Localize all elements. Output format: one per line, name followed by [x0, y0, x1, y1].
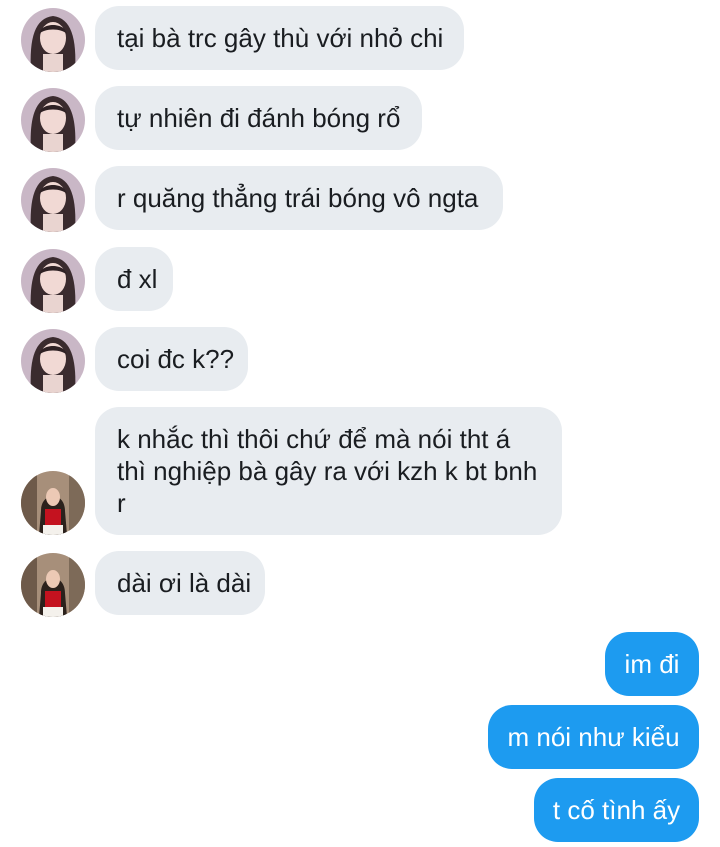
message-text: m nói như kiểu [507, 722, 680, 752]
message-row: đ xl [0, 247, 720, 313]
friend-1-avatar[interactable] [21, 168, 85, 232]
message-bubble[interactable]: dài ơi là dài [95, 551, 265, 615]
message-row: tự nhiên đi đánh bóng rổ [0, 86, 720, 152]
message-row: k nhắc thì thôi chứ để mà nói tht á thì … [0, 407, 720, 535]
friend-2-avatar-icon [21, 471, 85, 535]
friend-2-avatar-icon [21, 553, 85, 617]
friend-1-avatar[interactable] [21, 329, 85, 393]
message-bubble[interactable]: r quăng thẳng trái bóng vô ngta [95, 166, 503, 230]
message-row: tại bà trc gây thù với nhỏ chi [0, 6, 720, 72]
outgoing-message-bubble[interactable]: im đi [605, 632, 699, 696]
message-text: im đi [624, 649, 680, 679]
message-row: dài ơi là dài [0, 551, 720, 617]
friend-1-avatar[interactable] [21, 88, 85, 152]
message-bubble[interactable]: k nhắc thì thôi chứ để mà nói tht á thì … [95, 407, 562, 535]
friend-1-avatar[interactable] [21, 8, 85, 72]
friend-2-avatar[interactable] [21, 553, 85, 617]
message-text: r quăng thẳng trái bóng vô ngta [117, 183, 479, 213]
message-text: tự nhiên đi đánh bóng rổ [117, 103, 401, 133]
message-text: k nhắc thì thôi chứ để mà nói tht á thì … [117, 424, 538, 518]
message-bubble[interactable]: coi đc k?? [95, 327, 248, 391]
friend-1-avatar-icon [21, 249, 85, 313]
message-row: coi đc k?? [0, 327, 720, 393]
message-bubble[interactable]: đ xl [95, 247, 173, 311]
chat-thread: tại bà trc gây thù với nhỏ chi tự nhiên … [0, 0, 720, 847]
message-text: đ xl [117, 264, 158, 294]
friend-1-avatar-icon [21, 88, 85, 152]
message-text: coi đc k?? [117, 344, 235, 374]
message-bubble[interactable]: tại bà trc gây thù với nhỏ chi [95, 6, 464, 70]
message-text: tại bà trc gây thù với nhỏ chi [117, 23, 444, 53]
friend-2-avatar[interactable] [21, 471, 85, 535]
message-text: t cố tình ấy [552, 795, 681, 825]
friend-1-avatar-icon [21, 168, 85, 232]
friend-1-avatar-icon [21, 329, 85, 393]
message-text: dài ơi là dài [117, 568, 252, 598]
message-row: r quăng thẳng trái bóng vô ngta [0, 166, 720, 232]
outgoing-message-bubble[interactable]: m nói như kiểu [488, 705, 699, 769]
friend-1-avatar-icon [21, 8, 85, 72]
friend-1-avatar[interactable] [21, 249, 85, 313]
message-bubble[interactable]: tự nhiên đi đánh bóng rổ [95, 86, 422, 150]
outgoing-message-bubble[interactable]: t cố tình ấy [534, 778, 699, 842]
